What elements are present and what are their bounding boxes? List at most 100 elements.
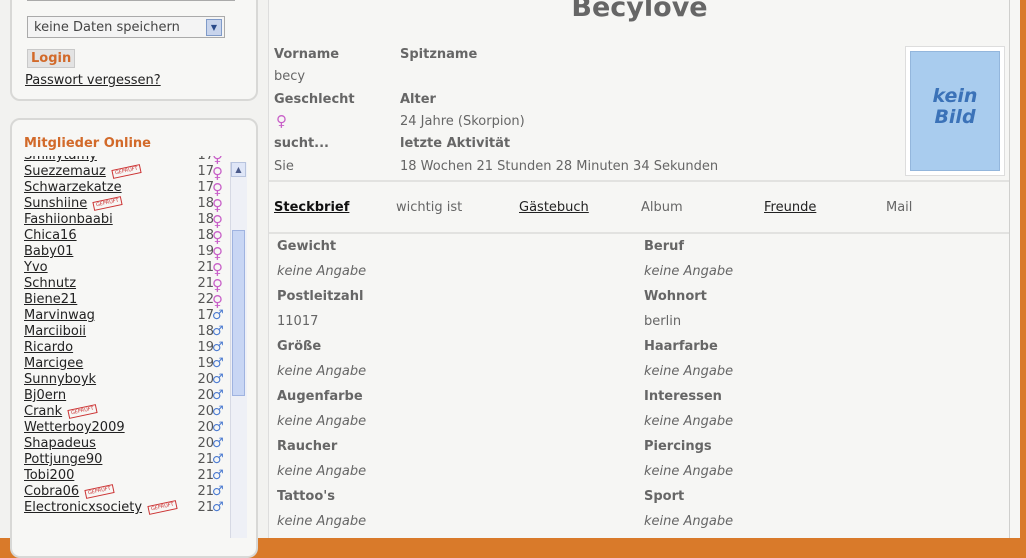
tab-freunde[interactable]: Freunde: [764, 200, 816, 215]
member-row[interactable]: Marvinwag 17 ♂: [24, 308, 224, 324]
avatar: kein Bild: [905, 46, 1005, 176]
member-row[interactable]: Tobi200 21 ♂: [24, 468, 224, 484]
member-row[interactable]: Crank GEPRÜFT 20 ♂: [24, 404, 224, 420]
member-row[interactable]: Baby01 19 ♀: [24, 244, 224, 262]
spitzname-label: Spitzname: [400, 47, 478, 62]
online-members-box: Mitglieder Online Smillytamy17♀Suezzemau…: [10, 118, 258, 558]
detail-label: Beruf: [644, 239, 685, 254]
member-row[interactable]: Smillytamy17♀: [24, 156, 224, 166]
tab-album[interactable]: Album: [641, 200, 683, 215]
no-image-placeholder: kein Bild: [910, 51, 1000, 171]
member-row[interactable]: Bj0ern 20 ♂: [24, 388, 224, 404]
member-row[interactable]: Marcigee 19 ♂: [24, 356, 224, 372]
verified-stamp-icon: GEPRÜFT: [92, 196, 123, 211]
male-symbol-icon: ♂: [212, 420, 224, 435]
male-symbol-icon: ♂: [212, 404, 224, 419]
member-row[interactable]: Ricardo 19 ♂: [24, 340, 224, 356]
vorname-value: becy: [274, 69, 306, 84]
geschlecht-label: Geschlecht: [274, 92, 355, 107]
member-name-link[interactable]: Marciiboii: [24, 324, 86, 339]
member-age: 18: [197, 228, 214, 243]
member-name-link[interactable]: Fashiionbaabi: [24, 212, 113, 227]
member-row[interactable]: Yvo 21 ♀: [24, 260, 224, 278]
member-row[interactable]: Pottjunge90 21 ♂: [24, 452, 224, 468]
member-row[interactable]: Fashiionbaabi 18 ♀: [24, 212, 224, 230]
member-row[interactable]: Biene21 22 ♀: [24, 292, 224, 310]
member-age: 20: [197, 404, 214, 419]
detail-label: Tattoo's: [277, 489, 335, 504]
member-name-link[interactable]: Sunnyboyk: [24, 372, 96, 387]
save-data-select-value: keine Daten speichern: [34, 20, 180, 35]
detail-value: keine Angabe: [277, 414, 367, 429]
sucht-label: sucht...: [274, 136, 329, 151]
member-age: 18: [197, 196, 214, 211]
member-age: 22: [197, 292, 214, 307]
member-name-link[interactable]: Ricardo: [24, 340, 73, 355]
detail-value: keine Angabe: [644, 264, 734, 279]
member-name-link[interactable]: Marvinwag: [24, 308, 95, 323]
member-row[interactable]: Wetterboy2009 20 ♂: [24, 420, 224, 436]
member-row[interactable]: Electronicxsociety GEPRÜFT 21 ♂: [24, 500, 224, 516]
member-name-link[interactable]: Schnutz: [24, 276, 76, 291]
member-row[interactable]: Schwarzekatze 17 ♀: [24, 180, 224, 198]
male-symbol-icon: ♂: [212, 356, 224, 371]
male-symbol-icon: ♂: [212, 436, 224, 451]
tab-gaestebuch[interactable]: Gästebuch: [519, 200, 589, 215]
member-row[interactable]: Sunshiine GEPRÜFT 18 ♀: [24, 196, 224, 214]
male-symbol-icon: ♂: [212, 372, 224, 387]
member-age: 17: [194, 156, 214, 163]
member-name-link[interactable]: Smillytamy: [24, 156, 97, 163]
alter-label: Alter: [400, 92, 436, 107]
member-age: 21: [197, 260, 214, 275]
tab-steckbrief[interactable]: Steckbrief: [274, 200, 349, 215]
tab-wichtig-ist[interactable]: wichtig ist: [396, 200, 462, 215]
scroll-up-icon[interactable]: ▲: [231, 162, 246, 177]
member-row[interactable]: Cobra06 GEPRÜFT 21 ♂: [24, 484, 224, 500]
chevron-down-icon[interactable]: ▼: [206, 19, 222, 36]
member-name-link[interactable]: Biene21: [24, 292, 77, 307]
members-scrollbar[interactable]: ▲: [230, 162, 247, 538]
member-row[interactable]: Schnutz 21 ♀: [24, 276, 224, 294]
male-symbol-icon: ♂: [212, 452, 224, 467]
member-name-link[interactable]: Suezzemauz: [24, 164, 106, 179]
member-name-link[interactable]: Marcigee: [24, 356, 83, 371]
member-name-link[interactable]: Shapadeus: [24, 436, 96, 451]
login-button[interactable]: Login: [27, 49, 76, 68]
member-age: 21: [197, 468, 214, 483]
member-row[interactable]: Marciiboii 18 ♂: [24, 324, 224, 340]
member-name-link[interactable]: Tobi200: [24, 468, 74, 483]
member-age: 21: [197, 276, 214, 291]
save-data-select[interactable]: keine Daten speichern ▼: [27, 16, 225, 38]
detail-label: Größe: [277, 339, 322, 354]
member-name-link[interactable]: Chica16: [24, 228, 77, 243]
male-symbol-icon: ♂: [212, 388, 224, 403]
scroll-thumb[interactable]: [232, 230, 245, 396]
member-name-link[interactable]: Cobra06: [24, 484, 79, 499]
password-input[interactable]: [27, 0, 235, 1]
member-name-link[interactable]: Crank: [24, 404, 62, 419]
tab-mail[interactable]: Mail: [886, 200, 912, 215]
verified-stamp-icon: GEPRÜFT: [67, 404, 98, 419]
detail-value: 11017: [277, 314, 319, 329]
member-name-link[interactable]: Bj0ern: [24, 388, 66, 403]
member-name-link[interactable]: Sunshiine: [24, 196, 87, 211]
member-name-link[interactable]: Yvo: [24, 260, 48, 275]
member-name-link[interactable]: Electronicxsociety: [24, 500, 142, 515]
member-age: 17: [197, 164, 214, 179]
member-name-link[interactable]: Baby01: [24, 244, 73, 259]
member-age: 17: [197, 308, 214, 323]
detail-value: keine Angabe: [277, 464, 367, 479]
male-symbol-icon: ♂: [212, 500, 224, 515]
detail-label: Augenfarbe: [277, 389, 363, 404]
member-age: 20: [197, 372, 214, 387]
forgot-password-link[interactable]: Passwort vergessen?: [25, 73, 161, 88]
detail-label: Interessen: [644, 389, 722, 404]
member-name-link[interactable]: Pottjunge90: [24, 452, 102, 467]
member-row[interactable]: Shapadeus 20 ♂: [24, 436, 224, 452]
member-row[interactable]: Chica16 18 ♀: [24, 228, 224, 246]
member-name-link[interactable]: Schwarzekatze: [24, 180, 122, 195]
member-name-link[interactable]: Wetterboy2009: [24, 420, 125, 435]
member-row[interactable]: Sunnyboyk 20 ♂: [24, 372, 224, 388]
verified-stamp-icon: GEPRÜFT: [147, 500, 178, 515]
member-row[interactable]: Suezzemauz GEPRÜFT 17 ♀: [24, 164, 224, 182]
